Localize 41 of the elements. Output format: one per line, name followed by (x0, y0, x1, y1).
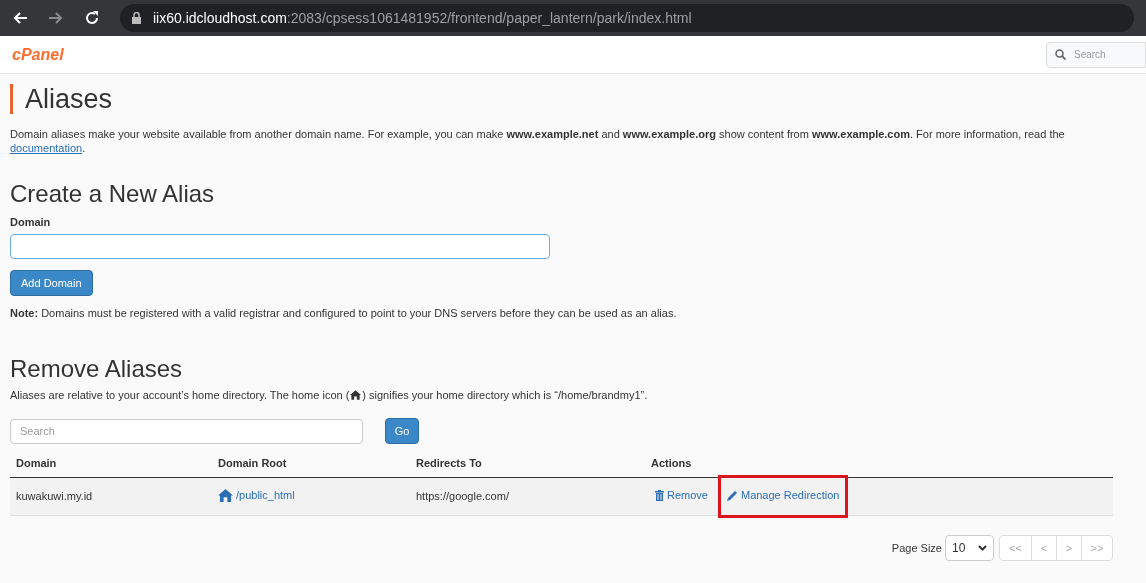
field-label: Domain (10, 215, 52, 229)
search-input[interactable]: Search (1074, 47, 1134, 62)
home-icon (218, 488, 233, 502)
search-field[interactable]: Search (1046, 41, 1146, 68)
column-header: Redirects To (416, 457, 482, 470)
section-heading: Create a New Alias (10, 179, 216, 209)
go-button[interactable]: Go (385, 418, 419, 444)
add-domain-button[interactable]: Add Domain (10, 270, 93, 296)
trash-icon (655, 490, 664, 502)
domain-input-field[interactable] (10, 234, 550, 259)
search-field[interactable]: Search (10, 418, 363, 444)
pagination-button[interactable]: >> (1081, 536, 1112, 560)
note-text: Note: Domains must be registered with a valid registrar and configured to point to your DNS servers before they can be used as an alias. (10, 306, 678, 320)
table-cell: https://google.com/ (416, 490, 509, 503)
address-bar[interactable]: iix60.idcloudhost.com:2083/cpsess1061481952/frontend/paper_lantern/park/index.html (120, 4, 1134, 32)
column-header: Domain Root (218, 457, 287, 470)
pencil-icon (726, 490, 738, 502)
url-text: iix60.idcloudhost.com:2083/cpsess1061481952/frontend/paper_lantern/park/index.html (153, 8, 692, 28)
reload-icon[interactable] (84, 10, 100, 26)
action-link[interactable]: Manage Redirection (726, 487, 840, 504)
page-size-select[interactable]: 10 (945, 535, 994, 561)
column-header: Domain (16, 457, 57, 470)
page-description: Domain aliases make your website available from another domain name. For example, you can make www.example.net and www.example.org show content from www.example.com. For more information, read the documentation. (10, 127, 1066, 155)
lock-icon (132, 12, 141, 24)
section-description: Aliases are relative to your account’s home directory. The home icon ( ) signifies your home directory which is “/home/brandmy1”. (10, 388, 649, 402)
title-accent (10, 84, 13, 114)
domain-root-link[interactable]: /public_html (218, 486, 295, 504)
home-icon (350, 390, 362, 400)
section-heading: Remove Aliases (10, 354, 184, 384)
table-cell: kuwakuwi.my.id (16, 490, 93, 503)
pagination-button[interactable]: << (1000, 536, 1031, 560)
logo[interactable]: cPanel (12, 42, 64, 67)
page-size-label: Page Size (891, 540, 942, 556)
chevron-icon (978, 545, 987, 551)
column-header: Actions (651, 457, 692, 470)
search-icon (1055, 49, 1066, 60)
back-icon[interactable] (12, 10, 28, 26)
action-link[interactable]: Remove (655, 487, 708, 504)
pagination-button[interactable]: < (1031, 536, 1056, 560)
pagination-button[interactable]: > (1056, 536, 1081, 560)
page-title: Aliases (25, 83, 113, 115)
